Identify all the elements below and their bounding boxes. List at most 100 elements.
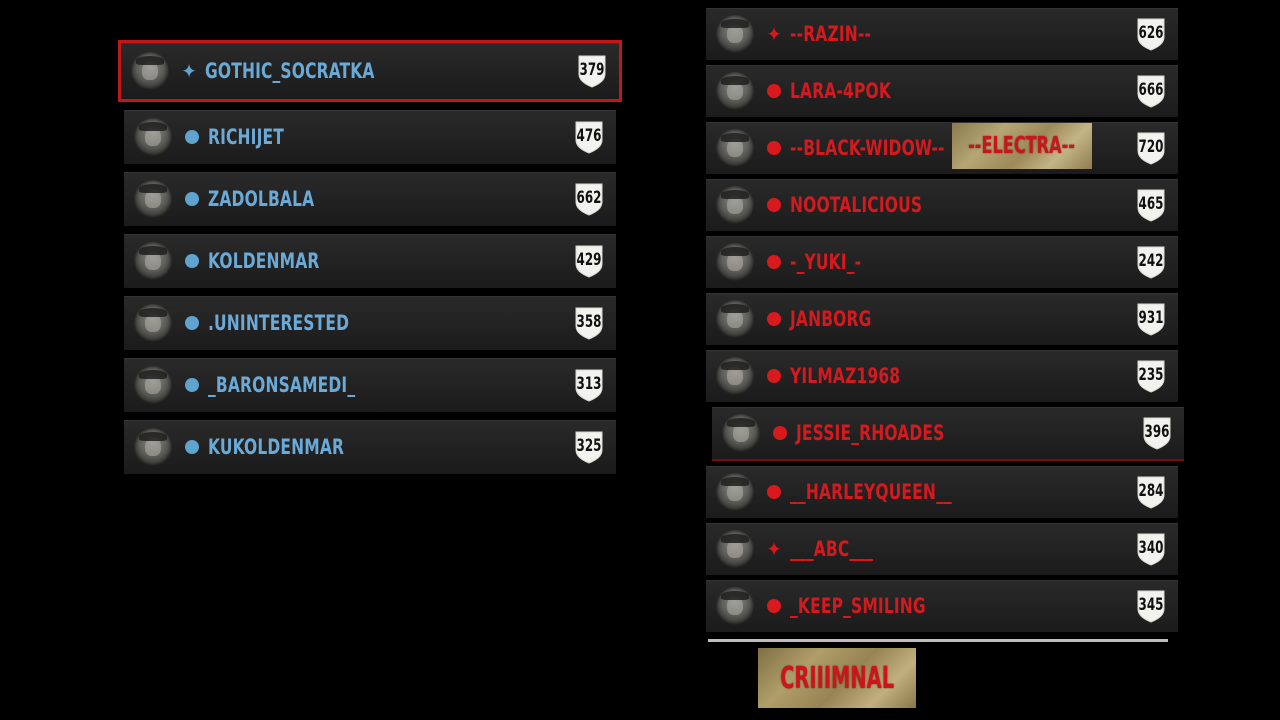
rival-list: ✦ --RAZIN-- 626 LARA-4POK 666 --BLACK-WIDOW--…: [706, 8, 1184, 637]
player-level: 340: [1138, 538, 1164, 558]
leader-star-icon: ✦: [766, 22, 782, 46]
member-dot-icon: [767, 312, 781, 326]
player-row[interactable]: JANBORG 931: [706, 293, 1178, 345]
level-shield-icon: 242: [1136, 245, 1166, 279]
player-row[interactable]: __HARLEYQUEEN__ 284: [706, 466, 1178, 518]
player-row[interactable]: KUKOLDENMAR 325: [124, 420, 616, 474]
player-portrait-icon: [716, 587, 754, 625]
member-dot-icon: [767, 84, 781, 98]
member-dot-icon: [185, 130, 199, 144]
player-level: 931: [1138, 308, 1164, 328]
player-row[interactable]: ZADOLBALA 662: [124, 172, 616, 226]
player-level: 379: [579, 60, 605, 80]
player-level: 325: [576, 436, 602, 456]
level-shield-icon: 358: [574, 306, 604, 340]
scoreboard-screen: ✦ GOTHIC_SOCRATKA 379 RICHIJET 476 ZADOLBALA 6…: [0, 0, 1280, 720]
player-portrait-icon: [716, 243, 754, 281]
level-shield-icon: 325: [574, 430, 604, 464]
player-level: 476: [576, 126, 602, 146]
level-shield-icon: 396: [1142, 416, 1172, 450]
level-shield-icon: 626: [1136, 17, 1166, 51]
level-shield-icon: 666: [1136, 74, 1166, 108]
player-row[interactable]: .UNINTERESTED 358: [124, 296, 616, 350]
player-name: LARA-4POK: [790, 79, 892, 103]
player-level: 345: [1138, 595, 1164, 615]
player-row[interactable]: --BLACK-WIDOW-- --ELECTRA-- 720: [706, 122, 1178, 174]
member-dot-icon: [767, 369, 781, 383]
player-level: 720: [1138, 137, 1164, 157]
player-title-tag: --ELECTRA--: [952, 123, 1092, 169]
level-shield-icon: 345: [1136, 589, 1166, 623]
posse-list: ✦ GOTHIC_SOCRATKA 379 RICHIJET 476 ZADOLBALA 6…: [118, 40, 628, 482]
member-dot-icon: [185, 316, 199, 330]
player-portrait-icon: [131, 52, 169, 90]
leader-star-icon: ✦: [181, 59, 197, 83]
player-name: KOLDENMAR: [208, 249, 320, 273]
level-shield-icon: 313: [574, 368, 604, 402]
player-name: --RAZIN--: [790, 22, 872, 46]
player-row[interactable]: ✦ ___ABC___ 340: [706, 523, 1178, 575]
member-dot-icon: [185, 192, 199, 206]
player-level: 313: [576, 374, 602, 394]
player-row[interactable]: RICHIJET 476: [124, 110, 616, 164]
player-level: 358: [576, 312, 602, 332]
player-portrait-icon: [716, 72, 754, 110]
selected-player-row[interactable]: ✦ GOTHIC_SOCRATKA 379: [118, 40, 622, 102]
player-level: 235: [1138, 365, 1164, 385]
player-portrait-icon: [716, 473, 754, 511]
player-name: NOOTALICIOUS: [790, 193, 923, 217]
player-portrait-icon: [134, 366, 172, 404]
player-name: JANBORG: [790, 307, 872, 331]
player-name: JESSIE_RHOADES: [796, 421, 945, 445]
member-dot-icon: [767, 599, 781, 613]
player-name: YILMAZ1968: [790, 364, 901, 388]
leader-star-icon: ✦: [766, 537, 782, 561]
player-name: --BLACK-WIDOW--: [790, 136, 945, 160]
list-divider: [708, 639, 1168, 642]
player-level: 666: [1138, 80, 1164, 100]
level-shield-icon: 340: [1136, 532, 1166, 566]
player-name: ___ABC___: [790, 537, 874, 561]
level-shield-icon: 284: [1136, 475, 1166, 509]
player-portrait-icon: [722, 414, 760, 452]
player-portrait-icon: [716, 186, 754, 224]
member-dot-icon: [185, 440, 199, 454]
player-row[interactable]: NOOTALICIOUS 465: [706, 179, 1178, 231]
player-name: RICHIJET: [208, 125, 285, 149]
player-portrait-icon: [716, 15, 754, 53]
player-row[interactable]: JESSIE_RHOADES 396: [712, 407, 1184, 461]
player-portrait-icon: [134, 118, 172, 156]
player-name: ZADOLBALA: [208, 187, 315, 211]
player-row[interactable]: _BARONSAMEDI_ 313: [124, 358, 616, 412]
player-level: 626: [1138, 23, 1164, 43]
player-name: -_YUKI_-: [790, 250, 862, 274]
player-name: _BARONSAMEDI_: [208, 373, 356, 397]
player-level: 242: [1138, 251, 1164, 271]
level-shield-icon: 235: [1136, 359, 1166, 393]
player-row[interactable]: YILMAZ1968 235: [706, 350, 1178, 402]
criminal-status-text: CRIIIMNAL: [780, 660, 894, 696]
player-name: .UNINTERESTED: [208, 311, 350, 335]
player-name: _KEEP_SMILING: [790, 594, 926, 618]
player-portrait-icon: [716, 357, 754, 395]
level-shield-icon: 662: [574, 182, 604, 216]
player-row[interactable]: _KEEP_SMILING 345: [706, 580, 1178, 632]
player-level: 429: [576, 250, 602, 270]
level-shield-icon: 429: [574, 244, 604, 278]
level-shield-icon: 931: [1136, 302, 1166, 336]
player-portrait-icon: [716, 530, 754, 568]
player-row[interactable]: LARA-4POK 666: [706, 65, 1178, 117]
player-portrait-icon: [134, 180, 172, 218]
player-level: 284: [1138, 481, 1164, 501]
player-portrait-icon: [716, 129, 754, 167]
player-row[interactable]: -_YUKI_- 242: [706, 236, 1178, 288]
player-title-text: --ELECTRA--: [968, 133, 1076, 159]
player-row[interactable]: KOLDENMAR 429: [124, 234, 616, 288]
player-level: 465: [1138, 194, 1164, 214]
level-shield-icon: 476: [574, 120, 604, 154]
player-portrait-icon: [134, 428, 172, 466]
player-name: GOTHIC_SOCRATKA: [205, 59, 375, 83]
member-dot-icon: [185, 378, 199, 392]
player-portrait-icon: [134, 242, 172, 280]
player-row[interactable]: ✦ --RAZIN-- 626: [706, 8, 1178, 60]
